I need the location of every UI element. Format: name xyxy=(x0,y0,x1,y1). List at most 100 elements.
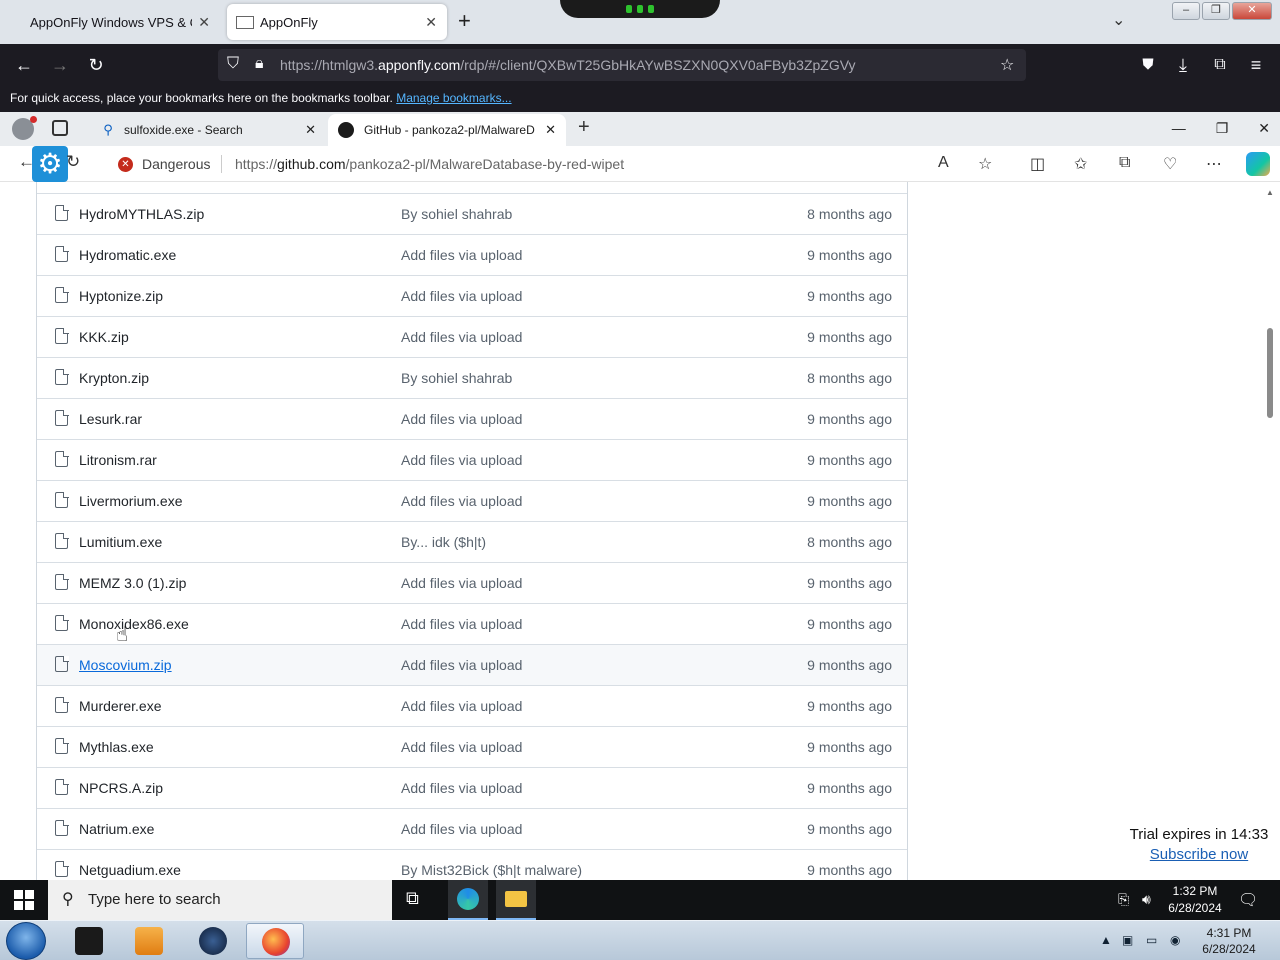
chevron-down-icon[interactable]: ⌄ xyxy=(1112,10,1125,30)
profile-avatar[interactable] xyxy=(12,116,37,140)
close-icon[interactable]: ✕ xyxy=(545,122,556,138)
tab-actions-icon[interactable] xyxy=(52,120,68,136)
file-name-link[interactable]: MEMZ 3.0 (1).zip xyxy=(79,575,186,591)
refresh-icon[interactable]: ↻ xyxy=(66,152,80,172)
file-name-link[interactable]: Moscovium.zip xyxy=(79,657,172,673)
file-name-link[interactable]: Mythlas.exe xyxy=(79,739,154,755)
firefox-tab-apponfly-vps[interactable]: AppOnFly Windows VPS & Clo ✕ xyxy=(20,4,220,40)
edge-address-bar[interactable]: https://github.com/pankoza2-pl/MalwareDa… xyxy=(235,156,624,172)
monitor-icon[interactable]: ▭ xyxy=(1146,933,1157,947)
file-name-link[interactable]: Lesurk.rar xyxy=(79,411,142,427)
scrollbar-thumb[interactable] xyxy=(1267,328,1273,418)
taskbar-search-box[interactable]: ⚲ Type here to search xyxy=(48,880,392,920)
commit-message-link[interactable]: Add files via upload xyxy=(401,247,522,263)
extensions-icon[interactable]: ⧉ xyxy=(1207,52,1233,78)
commit-message-link[interactable]: Add files via upload xyxy=(401,616,522,632)
star-icon[interactable]: ☆ xyxy=(1000,55,1014,75)
table-row[interactable]: Lesurk.rar Add files via upload 9 months a… xyxy=(37,398,907,439)
commit-message-link[interactable]: Add files via upload xyxy=(401,657,522,673)
forward-icon[interactable]: → xyxy=(47,52,73,78)
table-row[interactable]: Lumitium.exe By... idk ($h|t) 8 months ago xyxy=(37,521,907,562)
gear-icon[interactable]: ⚙ xyxy=(32,146,68,182)
table-row[interactable]: Hydromatic.exe Add files via upload 9 mont… xyxy=(37,234,907,275)
favorites-icon[interactable]: ✩ xyxy=(1074,154,1087,174)
commit-message-link[interactable]: By sohiel shahrab xyxy=(401,206,512,222)
browser-essentials-icon[interactable]: ♡ xyxy=(1163,154,1177,174)
minimize-button[interactable]: — xyxy=(1172,120,1186,137)
back-icon[interactable]: ← xyxy=(11,52,37,78)
table-row[interactable]: Moscovium.zip Add files via upload 9 month… xyxy=(37,644,907,685)
close-icon[interactable]: ✕ xyxy=(425,14,437,31)
file-name-link[interactable]: Livermorium.exe xyxy=(79,493,182,509)
commit-message-link[interactable]: By... idk ($h|t) xyxy=(401,534,486,550)
security-indicator[interactable]: ✕ Dangerous xyxy=(118,156,211,172)
tray-app-icon[interactable]: ▣ xyxy=(1122,933,1133,947)
favorite-star-icon[interactable]: ☆ xyxy=(978,154,992,174)
table-row[interactable]: HydroMYTHLAS.zip By sohiel shahrab 8 month… xyxy=(37,193,907,234)
new-tab-icon[interactable]: + xyxy=(458,8,471,34)
media-player-app-icon[interactable] xyxy=(120,923,178,959)
table-row[interactable]: MEMZ 3.0 (1).zip Add files via upload 9 mo… xyxy=(37,562,907,603)
collections-icon[interactable]: ⧉ xyxy=(1119,154,1130,172)
commit-message-link[interactable]: By sohiel shahrab xyxy=(401,370,512,386)
file-name-link[interactable]: Litronism.rar xyxy=(79,452,157,468)
file-name-link[interactable]: KKK.zip xyxy=(79,329,129,345)
manage-bookmarks-link[interactable]: Manage bookmarks... xyxy=(396,91,511,105)
edge-tab-github[interactable]: GitHub - pankoza2-pl/MalwareD ✕ xyxy=(328,114,566,146)
firefox-address-bar[interactable]: ⛉ 🔒︎ https://htmlgw3.apponfly.com/rdp/#/… xyxy=(218,49,1026,81)
task-view-icon[interactable]: ⧉ xyxy=(406,888,419,909)
edge-tab-search[interactable]: ⚲ sulfoxide.exe - Search ✕ xyxy=(90,114,326,146)
commit-message-link[interactable]: By Mist32Bick ($h|t malware) xyxy=(401,862,582,878)
taskbar-clock[interactable]: 1:32 PM 6/28/2024 xyxy=(1160,883,1230,917)
commit-message-link[interactable]: Add files via upload xyxy=(401,698,522,714)
table-row[interactable]: Litronism.rar Add files via upload 9 month… xyxy=(37,439,907,480)
table-row[interactable]: NPCRS.A.zip Add files via upload 9 months … xyxy=(37,767,907,808)
file-name-link[interactable]: Natrium.exe xyxy=(79,821,154,837)
close-window-button[interactable]: ✕ xyxy=(1232,2,1272,20)
windows-start-icon[interactable] xyxy=(14,890,34,910)
close-icon[interactable]: ✕ xyxy=(305,122,316,138)
edge-taskbar-icon[interactable] xyxy=(448,880,488,920)
network-icon[interactable]: ⎘ xyxy=(1118,891,1129,908)
file-name-link[interactable]: Netguadium.exe xyxy=(79,862,181,878)
file-explorer-icon[interactable] xyxy=(496,880,536,920)
file-name-link[interactable]: Hyptonize.zip xyxy=(79,288,163,304)
notifications-icon[interactable]: 🗨︎ xyxy=(1238,890,1258,910)
commit-message-link[interactable]: Add files via upload xyxy=(401,288,522,304)
table-row[interactable]: Hyptonize.zip Add files via upload 9 month… xyxy=(37,275,907,316)
lock-icon[interactable]: 🔒︎ xyxy=(255,55,264,73)
scroll-up-icon[interactable]: ▲ xyxy=(1266,188,1274,197)
close-window-button[interactable]: ✕ xyxy=(1258,120,1270,137)
file-name-link[interactable]: HydroMYTHLAS.zip xyxy=(79,206,204,222)
subscribe-link[interactable]: Subscribe now xyxy=(1126,846,1272,863)
network-status-icon[interactable]: ◉ xyxy=(1170,933,1180,947)
file-name-link[interactable]: Murderer.exe xyxy=(79,698,161,714)
commit-message-link[interactable]: Add files via upload xyxy=(401,411,522,427)
file-name-link[interactable]: Hydromatic.exe xyxy=(79,247,176,263)
table-row[interactable]: Natrium.exe Add files via upload 9 months … xyxy=(37,808,907,849)
firefox-tab-apponfly[interactable]: AppOnFly ✕ xyxy=(227,4,447,40)
commit-message-link[interactable]: Add files via upload xyxy=(401,575,522,591)
pocket-icon[interactable]: ⛊ xyxy=(1135,52,1161,78)
read-aloud-icon[interactable]: A xyxy=(938,154,949,172)
commit-message-link[interactable]: Add files via upload xyxy=(401,739,522,755)
table-row[interactable]: Murderer.exe Add files via upload 9 months… xyxy=(37,685,907,726)
volume-icon[interactable]: 🔊︎ xyxy=(1142,891,1151,908)
more-icon[interactable]: ⋯ xyxy=(1206,154,1222,174)
file-name-link[interactable]: Krypton.zip xyxy=(79,370,149,386)
commit-message-link[interactable]: Add files via upload xyxy=(401,329,522,345)
table-row[interactable]: Netguadium.exe By Mist32Bick ($h|t malwar… xyxy=(37,849,907,880)
menu-icon[interactable]: ≡ xyxy=(1243,52,1269,78)
commit-message-link[interactable]: Add files via upload xyxy=(401,780,522,796)
restore-button[interactable]: ❐ xyxy=(1216,120,1229,137)
table-row[interactable]: Livermorium.exe Add files via upload 9 mon… xyxy=(37,480,907,521)
table-row[interactable]: Mythlas.exe Add files via upload 9 months … xyxy=(37,726,907,767)
show-hidden-icons-icon[interactable]: ▲ xyxy=(1100,933,1112,947)
commit-message-link[interactable]: Add files via upload xyxy=(401,452,522,468)
table-row[interactable]: KKK.zip Add files via upload 9 months ago xyxy=(37,316,907,357)
commit-message-link[interactable]: Add files via upload xyxy=(401,493,522,509)
minimize-button[interactable]: ‒ xyxy=(1172,2,1200,20)
commit-message-link[interactable]: Add files via upload xyxy=(401,821,522,837)
table-row[interactable]: Krypton.zip By sohiel shahrab 8 months ago xyxy=(37,357,907,398)
restore-button[interactable]: ❐ xyxy=(1202,2,1230,20)
